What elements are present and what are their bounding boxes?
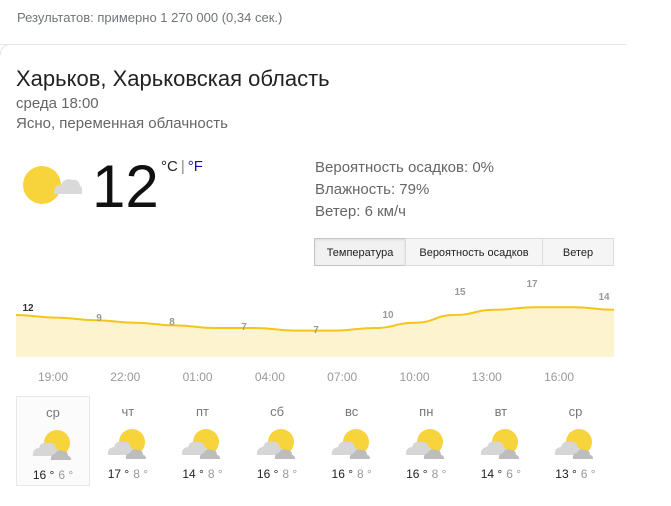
forecast-low: 8 ° [431, 467, 447, 481]
forecast-day[interactable]: вс 16 ° 8 ° [314, 396, 389, 486]
chart-time-label: 04:00 [255, 370, 285, 384]
temperature-chart: 12 9 8 7 7 10 15 17 14 19:00 22:00 01:00 04:00 07:00 1… [15, 279, 615, 384]
chart-time-label: 10:00 [399, 370, 429, 384]
partly-cloudy-icon [402, 427, 450, 461]
forecast-day[interactable]: ср 13 ° 6 ° [538, 396, 613, 486]
card-border [0, 44, 626, 45]
partly-sunny-icon [23, 166, 82, 204]
partly-cloudy-icon [104, 427, 152, 461]
chart-value-label: 7 [241, 322, 247, 333]
forecast-low: 8 ° [207, 467, 223, 481]
chart-value-label: 9 [96, 313, 102, 324]
forecast-day-name: вт [494, 404, 508, 419]
forecast-high: 16 ° [406, 467, 428, 481]
chart-value-label: 10 [382, 310, 394, 321]
chart-time-label: 07:00 [327, 370, 357, 384]
forecast-low: 8 ° [133, 467, 149, 481]
precipitation-value: Вероятность осадков: 0% [315, 159, 494, 176]
partly-cloudy-icon [551, 427, 599, 461]
chart-time-label: 13:00 [472, 370, 502, 384]
forecast-temps: 14 ° 8 ° [165, 467, 240, 481]
results-count: Результатов: примерно 1 270 000 (0,34 се… [17, 10, 283, 25]
chart-tabs: Температура Вероятность осадков Ветер [314, 238, 614, 266]
forecast-low: 6 ° [58, 468, 74, 482]
forecast-day-name: ср [568, 404, 583, 419]
forecast-temps: 14 ° 6 ° [464, 467, 539, 481]
forecast-day[interactable]: пт 14 ° 8 ° [165, 396, 240, 486]
unit-switch: °C | °F [161, 158, 203, 175]
forecast-low: 8 ° [357, 467, 372, 481]
forecast-day-name: чт [121, 404, 135, 419]
wind-value: Ветер: 6 км/ч [315, 203, 406, 220]
forecast-day[interactable]: пн 16 ° 8 ° [389, 396, 464, 486]
weather-condition: Ясно, переменная облачность [16, 115, 228, 132]
forecast-temps: 17 ° 8 ° [91, 467, 166, 481]
partly-cloudy-icon [328, 427, 376, 461]
forecast-day-name: сб [270, 404, 285, 419]
weather-datetime: среда 18:00 [16, 95, 99, 112]
forecast-high: 14 ° [480, 467, 503, 481]
forecast-temps: 16 ° 6 ° [17, 468, 89, 482]
tab-precipitation[interactable]: Вероятность осадков [405, 238, 543, 266]
unit-celsius[interactable]: °C [161, 158, 178, 175]
forecast-day-name: ср [46, 405, 60, 420]
humidity-value: Влажность: 79% [315, 181, 430, 198]
chart-time-label: 01:00 [183, 370, 213, 384]
chart-value-label: 12 [22, 303, 34, 314]
chart-time-label: 22:00 [110, 370, 140, 384]
partly-cloudy-icon [477, 427, 525, 461]
forecast-day[interactable]: ср 16 ° 6 ° [16, 396, 90, 486]
forecast-day[interactable]: сб 16 ° 8 ° [240, 396, 315, 486]
unit-separator: | [180, 158, 185, 175]
forecast-high: 13 ° [555, 467, 577, 481]
unit-fahrenheit[interactable]: °F [188, 158, 203, 175]
partly-cloudy-icon [178, 427, 226, 461]
forecast-high: 14 ° [182, 467, 204, 481]
chart-value-label: 14 [598, 292, 610, 303]
card-corner [0, 44, 15, 55]
chart-value-label: 15 [454, 287, 466, 298]
forecast-temps: 16 ° 8 ° [240, 467, 315, 481]
tab-wind[interactable]: Ветер [542, 238, 614, 266]
partly-cloudy-icon [253, 427, 301, 461]
forecast-day-name: вс [345, 404, 359, 419]
forecast-temps: 13 ° 6 ° [538, 467, 613, 481]
forecast-day[interactable]: чт 17 ° 8 ° [91, 396, 166, 486]
chart-time-label: 19:00 [38, 370, 68, 384]
forecast-high: 17 ° [107, 467, 130, 481]
chart-value-label: 17 [526, 279, 538, 290]
forecast-day[interactable]: вт 14 ° 6 ° [464, 396, 539, 486]
chart-time-label: 16:00 [544, 370, 574, 384]
forecast-low: 8 ° [282, 467, 298, 481]
forecast-day-name: пт [195, 404, 209, 419]
forecast-low: 6 ° [580, 467, 596, 481]
forecast-days: ср 16 ° 6 ° чт 17 ° 8 ° пт 14 ° 8 ° сб 16 ° 8 ° вс 16… [16, 396, 613, 486]
forecast-low: 6 ° [506, 467, 521, 481]
forecast-temps: 16 ° 8 ° [389, 467, 464, 481]
forecast-high: 16 ° [32, 468, 55, 482]
forecast-temps: 16 ° 8 ° [314, 467, 389, 481]
forecast-high: 16 ° [256, 467, 279, 481]
current-temperature: 12 [92, 153, 159, 220]
location-title: Харьков, Харьковская область [16, 66, 330, 91]
forecast-day-name: пн [419, 404, 434, 419]
partly-cloudy-icon [29, 428, 77, 462]
chart-value-label: 7 [313, 325, 319, 336]
forecast-high: 16 ° [331, 467, 353, 481]
chart-value-label: 8 [169, 317, 175, 328]
tab-temperature[interactable]: Температура [314, 238, 406, 266]
weather-details: Вероятность осадков: 0% Влажность: 79% В… [315, 157, 494, 223]
